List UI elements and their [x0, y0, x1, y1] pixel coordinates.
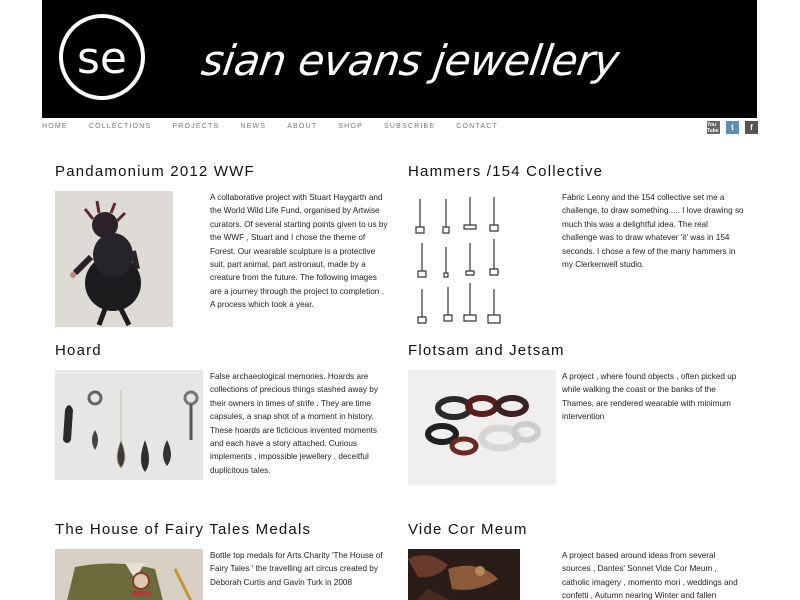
project-pandamonium: Pandamonium 2012 WWF A collaborative pro…	[55, 163, 395, 327]
youtube-icon[interactable]: You Tube	[707, 121, 720, 134]
project-image-fairy-tales[interactable]	[55, 549, 203, 600]
project-description: A project , where found objects , often …	[562, 372, 737, 422]
nav-subscribe[interactable]: SUBSCRIBE	[384, 123, 435, 135]
project-description: A project based around ideas from severa…	[562, 551, 738, 600]
project-title[interactable]: Hoard	[55, 342, 395, 359]
project-title[interactable]: Vide Cor Meum	[408, 521, 748, 538]
project-description: False archaeological memories. Hoards ar…	[210, 372, 378, 475]
nav-about[interactable]: ABOUT	[287, 123, 317, 135]
project-description: A collaborative project with Stuart Hayg…	[210, 193, 388, 310]
project-description: Bottle top medals for Arts Charity 'The …	[210, 551, 383, 587]
project-title[interactable]: The House of Fairy Tales Medals	[55, 521, 395, 538]
project-fairy-tales: The House of Fairy Tales Medals Bottle t…	[55, 521, 395, 600]
nav-shop[interactable]: SHOP	[338, 123, 363, 135]
social-links: You Tube t f	[707, 121, 758, 134]
twitter-icon[interactable]: t	[726, 121, 739, 134]
project-description: Fabric Lenny and the 154 collective set …	[562, 193, 744, 270]
nav-news[interactable]: NEWS	[240, 123, 266, 135]
project-image-hammers[interactable]	[408, 191, 508, 329]
facebook-icon[interactable]: f	[745, 121, 758, 134]
project-vide-cor-meum: Vide Cor Meum A project based around ide…	[408, 521, 748, 600]
project-image-vide-cor-meum[interactable]	[408, 549, 520, 600]
nav-collections[interactable]: COLLECTIONS	[89, 123, 152, 135]
brand-title[interactable]: sian evans jewellery	[199, 36, 622, 85]
header-banner: se sian evans jewellery	[42, 0, 757, 118]
project-hammers: Hammers /154 Collective Fabric Lenny and…	[408, 163, 748, 329]
project-title[interactable]: Pandamonium 2012 WWF	[55, 163, 395, 180]
project-flotsam: Flotsam and Jetsam A project , where fou…	[408, 342, 748, 485]
nav-home[interactable]: HOME	[42, 123, 68, 135]
project-title[interactable]: Hammers /154 Collective	[408, 163, 748, 180]
project-image-flotsam[interactable]	[408, 370, 556, 485]
nav-projects[interactable]: PROJECTS	[172, 123, 219, 135]
main-nav: HOME COLLECTIONS PROJECTS NEWS ABOUT SHO…	[42, 123, 519, 135]
project-image-pandamonium[interactable]	[55, 191, 173, 327]
project-title[interactable]: Flotsam and Jetsam	[408, 342, 748, 359]
brand-logo[interactable]: se	[57, 12, 147, 102]
project-hoard: Hoard False archaeological memories. Hoa…	[55, 342, 395, 480]
logo-text: se	[77, 33, 127, 84]
nav-contact[interactable]: CONTACT	[456, 123, 498, 135]
project-image-hoard[interactable]	[55, 370, 203, 480]
